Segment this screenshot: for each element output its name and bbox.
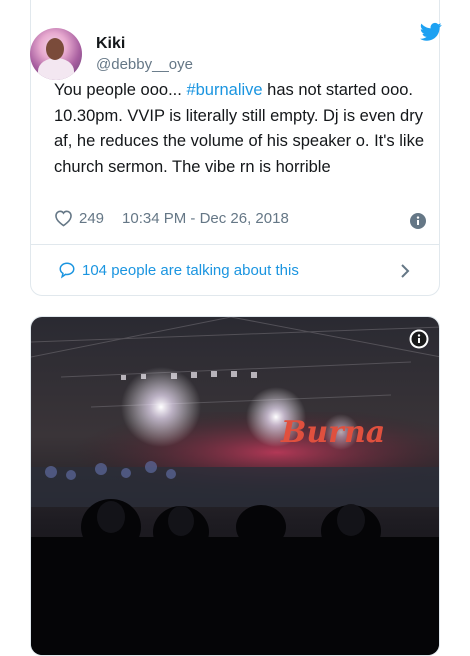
info-icon[interactable]	[410, 213, 426, 229]
user-names: Kiki @debby__oye	[96, 35, 193, 73]
display-name[interactable]: Kiki	[96, 35, 193, 53]
tweet-text-part: You people ooo...	[54, 81, 187, 99]
stage-banner-text: Burna	[280, 415, 385, 450]
photo-card[interactable]: Burna	[30, 316, 440, 656]
tweet-header: Kiki @debby__oye	[30, 28, 193, 80]
tweet-timestamp[interactable]: 10:34 PM - Dec 26, 2018	[122, 210, 289, 227]
tweet-meta: 249 10:34 PM - Dec 26, 2018	[54, 209, 289, 227]
speech-bubble-icon	[59, 262, 75, 279]
photo-info-icon[interactable]	[409, 329, 429, 349]
twitter-bird-icon[interactable]	[420, 22, 442, 42]
talking-link[interactable]: 104 people are talking about this	[58, 261, 299, 279]
heart-icon[interactable]	[54, 209, 73, 227]
hashtag-link[interactable]: #burnalive	[186, 81, 262, 99]
tweet-text: You people ooo... #burnalive has not sta…	[54, 78, 424, 180]
divider	[30, 244, 440, 245]
avatar[interactable]	[30, 28, 82, 80]
like-count[interactable]: 249	[79, 210, 104, 227]
event-photo[interactable]: Burna	[31, 317, 440, 656]
chevron-right-icon[interactable]	[400, 264, 410, 278]
talking-label: 104 people are talking about this	[82, 261, 299, 279]
user-handle[interactable]: @debby__oye	[96, 56, 193, 73]
